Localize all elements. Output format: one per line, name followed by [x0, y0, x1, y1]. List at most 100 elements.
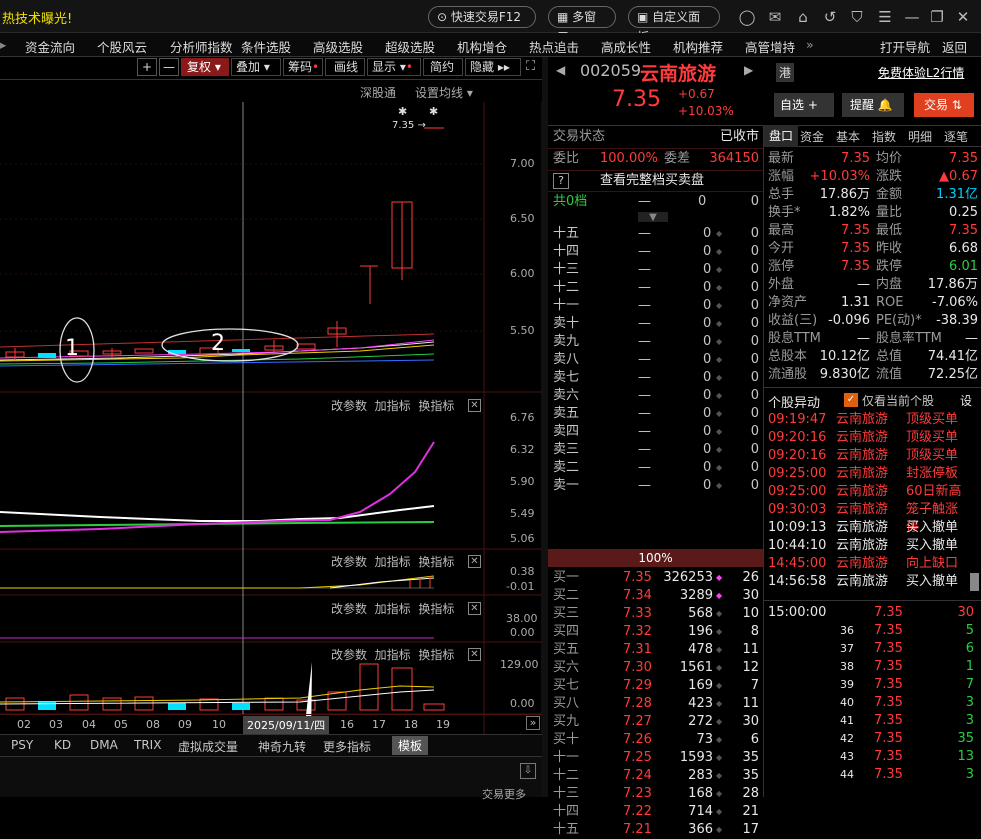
- menu-item[interactable]: 机构推荐: [673, 37, 723, 56]
- tab-kd[interactable]: KD: [54, 738, 71, 752]
- menu-item[interactable]: 热点追击: [529, 37, 579, 56]
- swap-indicator[interactable]: 换指标: [418, 555, 454, 569]
- menu-item[interactable]: 超级选股: [385, 37, 435, 56]
- add-indicator[interactable]: 加指标: [375, 555, 411, 569]
- display-button[interactable]: 显示 ▾•: [367, 58, 421, 76]
- event-row[interactable]: 09:19:47 云南旅游 顶级买单: [768, 411, 968, 429]
- change-params[interactable]: 改参数: [331, 555, 367, 569]
- tab-more[interactable]: 更多指标: [323, 738, 371, 755]
- overlay-button[interactable]: 叠加 ▾: [231, 58, 281, 76]
- event-row[interactable]: 10:09:13 云南旅游 买入撤单: [768, 519, 968, 537]
- tab-trix[interactable]: TRIX: [134, 738, 161, 752]
- tick-price: 7.35: [874, 623, 903, 638]
- open-nav[interactable]: 打开导航: [880, 37, 930, 56]
- restore-icon[interactable]: ❐: [928, 8, 946, 26]
- collapse-icon[interactable]: ⇩: [520, 763, 536, 779]
- tab-psy[interactable]: PSY: [11, 738, 33, 752]
- trade-more[interactable]: 交易更多: [482, 786, 526, 802]
- simple-button[interactable]: 简约: [423, 58, 463, 76]
- change-params[interactable]: 改参数: [331, 648, 367, 662]
- tick-price: 7.35: [874, 731, 903, 746]
- scrollbar[interactable]: [970, 573, 979, 591]
- expand-book-icon[interactable]: ▼: [638, 212, 668, 223]
- prev-stock-icon[interactable]: ◀: [556, 63, 565, 77]
- menu-item[interactable]: 高管增持: [745, 37, 795, 56]
- trade-button[interactable]: 交易 ⇅: [914, 93, 974, 117]
- home-icon[interactable]: ⌂: [794, 8, 812, 26]
- full-book-row[interactable]: ? 查看完整档买卖盘: [553, 172, 759, 190]
- menu-item[interactable]: 个股风云: [97, 37, 147, 56]
- event-row[interactable]: 14:56:58 云南旅游 买入撤单: [768, 573, 968, 591]
- add-indicator[interactable]: 加指标: [375, 648, 411, 662]
- multi-window-button[interactable]: ▦ 多窗口: [548, 6, 616, 44]
- menu-more[interactable]: »: [806, 37, 814, 52]
- fuquan-button[interactable]: 复权 ▾: [181, 58, 229, 76]
- add-watch-button[interactable]: 自选 +: [774, 93, 834, 117]
- level-orders: 0: [750, 478, 759, 493]
- hide-button[interactable]: 隐藏 ▸▸: [465, 58, 521, 76]
- add-indicator[interactable]: 加指标: [375, 602, 411, 616]
- chart-svg: ✱ ✱: [0, 102, 542, 792]
- chips-button[interactable]: 筹码•: [283, 58, 323, 76]
- tab-virtual-volume[interactable]: 虚拟成交量: [178, 738, 238, 755]
- close-panel-icon[interactable]: ✕: [468, 602, 481, 615]
- quote-value: 10.12亿: [819, 349, 870, 364]
- menu-scroll-left[interactable]: ▸: [0, 37, 6, 52]
- tab-template[interactable]: 模板: [392, 736, 429, 755]
- back-icon[interactable]: ↺: [821, 8, 839, 26]
- event-row[interactable]: 09:20:16 云南旅游 顶级买单: [768, 447, 968, 465]
- tab-zhubi[interactable]: 逐笔: [944, 128, 968, 145]
- yidong-settings[interactable]: 设: [960, 392, 972, 409]
- tab-pankou[interactable]: 盘口: [764, 125, 798, 147]
- quote-label: 今开: [768, 241, 795, 256]
- checkbox-icon[interactable]: ✓: [844, 393, 858, 407]
- expand-icon[interactable]: ⛶: [526, 59, 540, 77]
- close-icon[interactable]: ✕: [954, 8, 972, 26]
- scroll-right-icon[interactable]: »: [526, 716, 540, 730]
- tab-dma[interactable]: DMA: [90, 738, 118, 752]
- quick-trade-button[interactable]: ⊙ 快速交易F12: [428, 6, 536, 28]
- l2-trial-link[interactable]: 免费体验L2行情: [878, 64, 964, 81]
- menu-item[interactable]: 高成长性: [601, 37, 651, 56]
- swap-indicator[interactable]: 换指标: [418, 648, 454, 662]
- event-row[interactable]: 09:20:16 云南旅游 顶级买单: [768, 429, 968, 447]
- swap-indicator[interactable]: 换指标: [418, 602, 454, 616]
- tab-zhishu[interactable]: 指数: [872, 128, 896, 145]
- tab-mingxi[interactable]: 明细: [908, 128, 932, 145]
- add-indicator[interactable]: 加指标: [375, 399, 411, 413]
- event-row[interactable]: 10:44:10 云南旅游 买入撤单: [768, 537, 968, 555]
- custom-panel-button[interactable]: ▣ 自定义面板: [628, 6, 720, 44]
- swap-indicator[interactable]: 换指标: [418, 399, 454, 413]
- event-row[interactable]: 14:45:00 云南旅游 向上缺口: [768, 555, 968, 573]
- quote-row: 总股本 10.12亿 总值 74.41亿: [768, 348, 978, 366]
- return-button[interactable]: 返回: [942, 37, 967, 56]
- menu-item[interactable]: 分析师指数: [170, 37, 233, 56]
- change-params[interactable]: 改参数: [331, 399, 367, 413]
- draw-line-button[interactable]: 画线: [325, 58, 365, 76]
- remind-button[interactable]: 提醒 🔔: [842, 93, 904, 117]
- tab-magic-nine[interactable]: 神奇九转: [258, 738, 306, 755]
- ma-settings[interactable]: 设置均线 ▾: [415, 84, 473, 101]
- minimize-icon[interactable]: —: [903, 8, 921, 26]
- user-icon[interactable]: ◯: [738, 8, 756, 26]
- close-panel-icon[interactable]: ✕: [468, 399, 481, 412]
- tab-zijin[interactable]: 资金: [800, 128, 824, 145]
- menu-item[interactable]: 条件选股: [241, 37, 291, 56]
- sgt-label[interactable]: 深股通: [360, 84, 396, 101]
- mail-icon[interactable]: ✉: [766, 8, 784, 26]
- close-panel-icon[interactable]: ✕: [468, 555, 481, 568]
- next-stock-icon[interactable]: ▶: [744, 63, 753, 77]
- menu-item[interactable]: 资金流向: [25, 37, 75, 56]
- change-params[interactable]: 改参数: [331, 602, 367, 616]
- event-row[interactable]: 09:25:00 云南旅游 封涨停板: [768, 465, 968, 483]
- menu-item[interactable]: 机构增仓: [457, 37, 507, 56]
- shirt-icon[interactable]: ⛉: [848, 8, 866, 26]
- event-row[interactable]: 09:30:03 云南旅游 笼子触涨停: [768, 501, 968, 535]
- event-row[interactable]: 09:25:00 云南旅游 60日新高: [768, 483, 968, 501]
- zoom-out-button[interactable]: —: [159, 58, 179, 76]
- tab-jiben[interactable]: 基本: [836, 128, 860, 145]
- menu-icon[interactable]: ☰: [876, 8, 894, 26]
- close-panel-icon[interactable]: ✕: [468, 648, 481, 661]
- menu-item[interactable]: 高级选股: [313, 37, 363, 56]
- zoom-in-button[interactable]: +: [137, 58, 157, 76]
